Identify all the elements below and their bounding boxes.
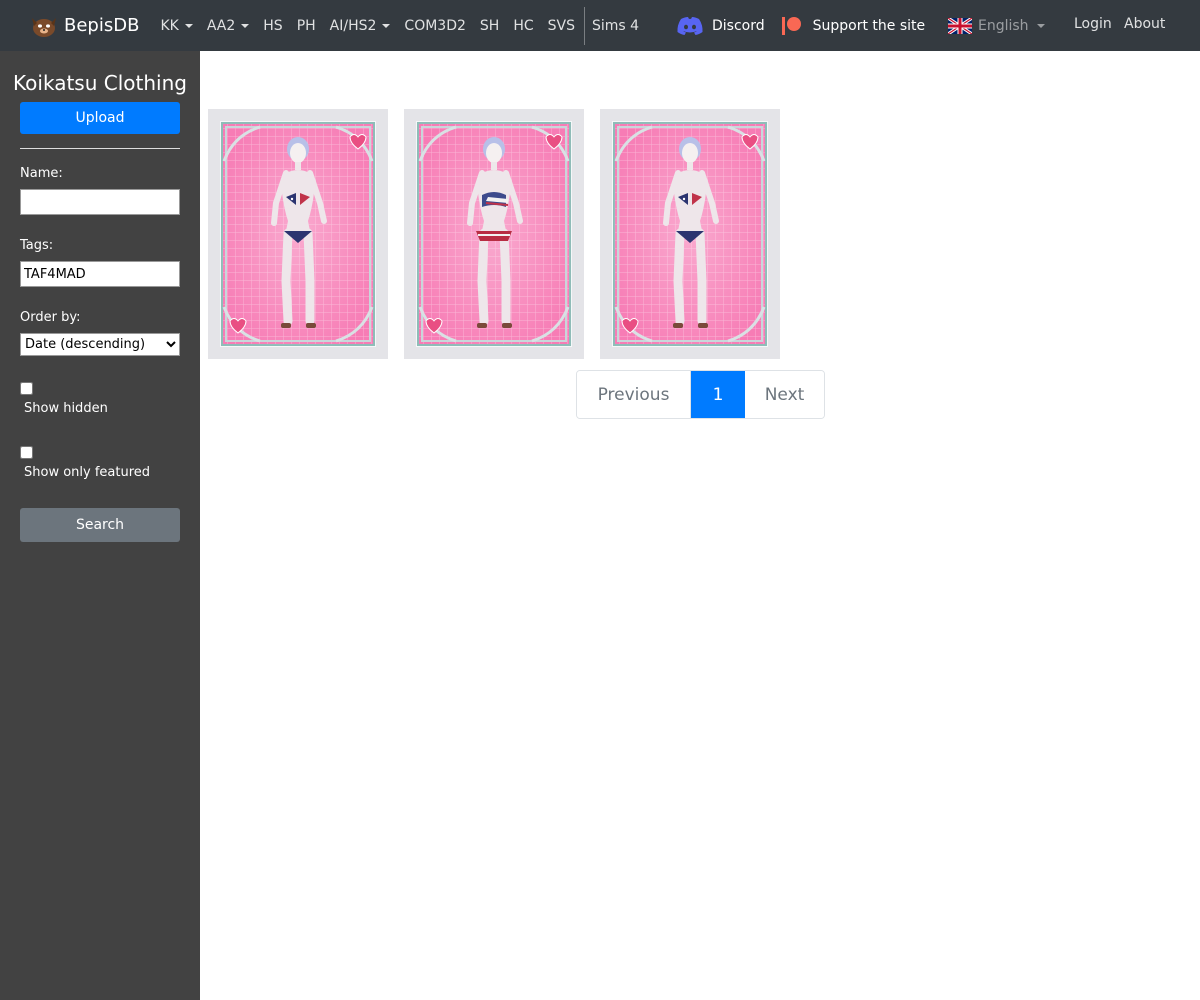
nav-link-label: HS bbox=[263, 17, 283, 34]
nav-links: KK AA2 HS PH AI/HS2 COM3D2 SH HC SVS Sims 4 bbox=[153, 0, 646, 51]
nav-link-ph[interactable]: PH bbox=[290, 18, 323, 34]
language-label: English bbox=[978, 17, 1029, 34]
nav-link-label: SH bbox=[479, 17, 500, 34]
sidebar-divider bbox=[20, 148, 180, 149]
search-button[interactable]: Search bbox=[20, 508, 180, 542]
sidebar-title: Koikatsu Clothing bbox=[13, 71, 187, 95]
brand-name: BepisDB bbox=[64, 15, 140, 36]
nav-link-aa2[interactable]: AA2 bbox=[200, 18, 256, 34]
discord-label: Discord bbox=[712, 17, 765, 34]
nav-link-label: SVS bbox=[547, 17, 575, 34]
current-page-button[interactable]: 1 bbox=[691, 371, 745, 418]
tags-input[interactable] bbox=[20, 261, 180, 287]
name-input[interactable] bbox=[20, 189, 180, 215]
brand-link[interactable]: BepisDB bbox=[28, 14, 139, 38]
order-by-select[interactable]: Date (descending) bbox=[20, 333, 180, 356]
pagination: Previous 1 Next bbox=[576, 370, 825, 419]
bepis-logo-icon bbox=[32, 17, 56, 37]
clothing-card-3[interactable] bbox=[600, 109, 780, 359]
order-by-label: Order by: bbox=[20, 310, 81, 325]
show-featured-checkbox[interactable] bbox=[20, 446, 33, 459]
nav-link-label: AI/HS2 bbox=[329, 17, 377, 34]
clothing-card-2[interactable] bbox=[404, 109, 584, 359]
clothing-thumbnail-image bbox=[220, 121, 376, 347]
chevron-down-icon bbox=[241, 23, 250, 28]
nav-link-label: AA2 bbox=[206, 17, 236, 34]
show-hidden-label: Show hidden bbox=[24, 401, 108, 416]
discord-link[interactable]: Discord bbox=[676, 16, 765, 36]
chevron-down-icon bbox=[1036, 23, 1045, 28]
tags-label: Tags: bbox=[20, 238, 54, 253]
nav-link-sims-4[interactable]: Sims 4 bbox=[585, 18, 646, 34]
nav-link-sh[interactable]: SH bbox=[473, 18, 506, 34]
chevron-down-icon bbox=[184, 23, 193, 28]
nav-link-hc[interactable]: HC bbox=[506, 18, 540, 34]
uk-flag-icon bbox=[948, 17, 972, 34]
support-link[interactable]: Support the site bbox=[781, 16, 926, 36]
nav-link-label: KK bbox=[160, 17, 179, 34]
nav-link-kk[interactable]: KK bbox=[153, 18, 199, 34]
clothing-thumbnail-image bbox=[612, 121, 768, 347]
discord-icon bbox=[677, 16, 703, 35]
nav-link-label: HC bbox=[513, 17, 534, 34]
clothing-thumbnail-image bbox=[416, 121, 572, 347]
nav-link-label: Sims 4 bbox=[591, 17, 640, 34]
nav-link-com3d2[interactable]: COM3D2 bbox=[397, 18, 472, 34]
nav-link-hs[interactable]: HS bbox=[256, 18, 289, 34]
nav-link-ai-hs2[interactable]: AI/HS2 bbox=[323, 18, 398, 34]
nav-link-svs[interactable]: SVS bbox=[541, 18, 582, 34]
login-link[interactable]: Login bbox=[1074, 16, 1112, 32]
clothing-card-1[interactable] bbox=[208, 109, 388, 359]
language-dropdown[interactable]: English bbox=[948, 0, 1045, 51]
show-hidden-checkbox[interactable] bbox=[20, 382, 33, 395]
chevron-down-icon bbox=[382, 23, 391, 28]
nav-link-label: COM3D2 bbox=[404, 17, 466, 34]
nav-external-links: Discord Support the site bbox=[676, 0, 925, 51]
support-label: Support the site bbox=[812, 17, 926, 34]
top-navbar: BepisDB KK AA2 HS PH AI/HS2 COM3D2 SH HC SVS Sims… bbox=[0, 0, 1200, 51]
about-link[interactable]: About bbox=[1124, 16, 1165, 32]
patreon-icon bbox=[781, 16, 801, 35]
next-page-button[interactable]: Next bbox=[745, 371, 824, 418]
previous-page-button[interactable]: Previous bbox=[577, 371, 691, 418]
show-featured-label: Show only featured bbox=[24, 465, 151, 480]
upload-button[interactable]: Upload bbox=[20, 102, 180, 134]
search-sidebar: Koikatsu Clothing Upload Name: Tags: Ord… bbox=[0, 51, 200, 1000]
nav-link-label: PH bbox=[296, 17, 316, 34]
name-label: Name: bbox=[20, 166, 63, 181]
